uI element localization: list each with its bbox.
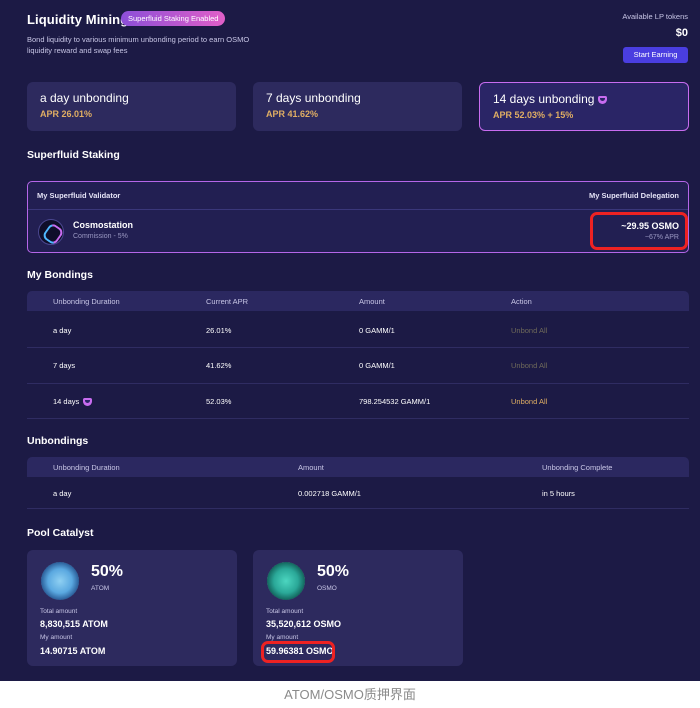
total-amount-value: 8,830,515 ATOM [40, 619, 108, 629]
atom-token-icon [41, 562, 79, 600]
validator-header: My Superfluid Validator [37, 191, 121, 200]
my-amount-label: My amount [40, 634, 73, 641]
table-row: 7 days 41.62% 0 GAMM/1 Unbond All [27, 348, 689, 384]
unbond-all-button[interactable]: Unbond All [511, 361, 547, 370]
unbondings-section-title: Unbondings [27, 435, 89, 447]
row-apr: 41.62% [206, 361, 232, 370]
divider [28, 209, 688, 210]
row-duration: 7 days [53, 361, 76, 370]
row-amount: 0 GAMM/1 [359, 326, 395, 335]
row-duration: a day [53, 489, 72, 498]
total-amount-label: Total amount [266, 608, 304, 615]
col-unbonding-complete: Unbonding Complete [542, 463, 613, 472]
pool-symbol: OSMO [317, 585, 337, 592]
table-header: Unbonding Duration Current APR Amount Ac… [27, 291, 689, 311]
superfluid-icon [598, 95, 608, 104]
superfluid-section-title: Superfluid Staking [27, 149, 120, 161]
unbondings-table: Unbonding Duration Amount Unbonding Comp… [27, 457, 689, 509]
my-amount-label: My amount [266, 634, 299, 641]
col-unbonding-duration: Unbonding Duration [53, 297, 120, 306]
available-lp-label: Available LP tokens [622, 12, 688, 21]
total-amount-label: Total amount [40, 608, 78, 615]
superfluid-icon [83, 398, 93, 407]
row-apr: 52.03% [206, 397, 232, 406]
col-current-apr: Current APR [206, 297, 249, 306]
pool-catalyst-section-title: Pool Catalyst [27, 527, 94, 539]
col-amount: Amount [298, 463, 324, 472]
highlight-annotation [590, 212, 688, 250]
col-amount: Amount [359, 297, 385, 306]
liquidity-mining-page: Liquidity Mining Superfluid Staking Enab… [0, 0, 700, 681]
page-description: Bond liquidity to various minimum unbond… [27, 35, 250, 55]
validator-commission: Commission - 5% [73, 233, 128, 240]
table-row: 14 days 52.03% 798.254532 GAMM/1 Unbond … [27, 384, 689, 419]
col-action: Action [511, 297, 532, 306]
unbonding-card-7days[interactable]: 7 days unbonding APR 41.62% [253, 82, 462, 131]
validator-name[interactable]: Cosmostation [73, 220, 133, 230]
row-amount: 0.002718 GAMM/1 [298, 489, 361, 498]
bondings-section-title: My Bondings [27, 269, 93, 281]
my-amount-value: 14.90715 ATOM [40, 646, 106, 656]
osmo-token-icon [267, 562, 305, 600]
start-earning-button[interactable]: Start Earning [623, 47, 688, 63]
row-duration: 14 days [53, 397, 80, 406]
unbonding-card-14days[interactable]: 14 days unbonding APR 52.03% + 15% [479, 82, 689, 131]
delegation-header: My Superfluid Delegation [588, 191, 679, 200]
table-row: a day 26.01% 0 GAMM/1 Unbond All [27, 311, 689, 348]
unbonding-card-title: a day unbonding [40, 91, 129, 105]
table-row: a day 0.002718 GAMM/1 in 5 hours [27, 477, 689, 509]
highlight-annotation [261, 641, 335, 663]
cosmostation-logo-icon [38, 219, 64, 245]
unbonding-card-apr: APR 41.62% [266, 109, 319, 119]
row-amount: 0 GAMM/1 [359, 361, 395, 370]
total-amount-value: 35,520,612 OSMO [266, 619, 342, 629]
unbonding-card-apr: APR 52.03% + 15% [493, 110, 574, 120]
available-lp-value: $0 [675, 27, 688, 39]
row-complete: in 5 hours [542, 489, 575, 498]
bondings-table: Unbonding Duration Current APR Amount Ac… [27, 291, 689, 419]
unbonding-card-apr: APR 26.01% [40, 109, 93, 119]
unbond-all-button[interactable]: Unbond All [511, 326, 547, 335]
pool-percent: 50% [317, 563, 350, 580]
table-header: Unbonding Duration Amount Unbonding Comp… [27, 457, 689, 477]
col-unbonding-duration: Unbonding Duration [53, 463, 120, 472]
unbonding-card-title: 7 days unbonding [266, 91, 361, 105]
pool-percent: 50% [91, 563, 124, 580]
image-caption: ATOM/OSMO质押界面 [0, 681, 700, 708]
unbonding-card-title: 14 days unbonding [493, 92, 595, 106]
unbonding-card-1day[interactable]: a day unbonding APR 26.01% [27, 82, 236, 131]
superfluid-enabled-badge: Superfluid Staking Enabled [121, 11, 226, 26]
page-title: Liquidity Mining [27, 12, 129, 27]
unbond-all-button[interactable]: Unbond All [511, 397, 547, 406]
row-amount: 798.254532 GAMM/1 [359, 397, 431, 406]
pool-symbol: ATOM [91, 585, 110, 592]
row-apr: 26.01% [206, 326, 232, 335]
row-duration: a day [53, 326, 72, 335]
pool-catalyst-card-atom: 50% ATOM Total amount 8,830,515 ATOM My … [27, 550, 237, 666]
